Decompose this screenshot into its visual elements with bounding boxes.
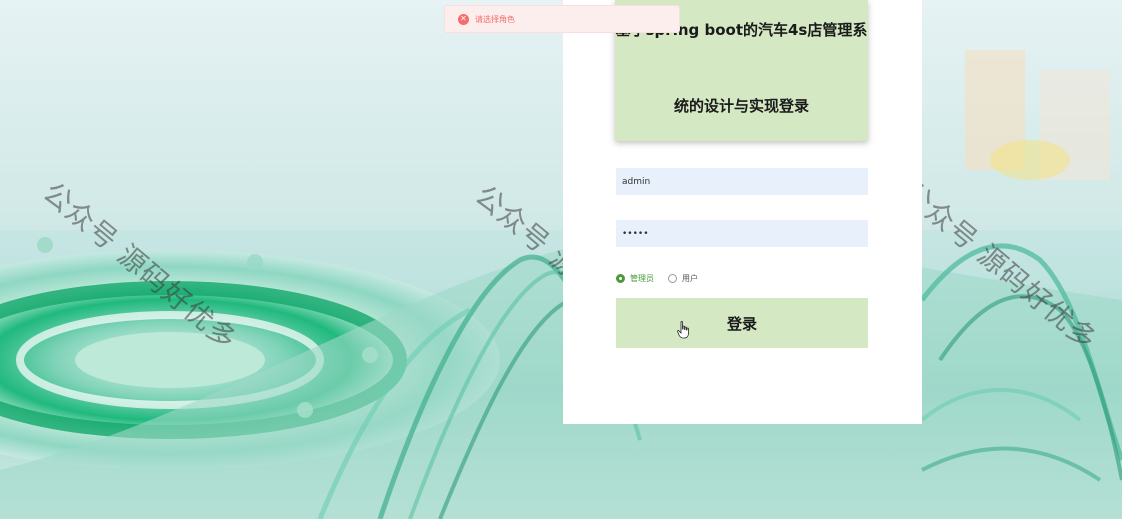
role-radio-user[interactable]: 用户 [668,273,698,284]
role-radio-admin[interactable]: 管理员 [616,273,654,284]
login-page: 公众号 源码好优多 公众号 源码好优多 公众号 源码好优多 基于spring b… [0,0,1122,519]
role-radio-group: 管理员 用户 [616,273,712,284]
page-title-line2: 统的设计与实现登录 [673,97,809,115]
password-input[interactable] [616,220,868,247]
login-panel: 基于spring boot的汽车4s店管理系 统的设计与实现登录 管理员 用户 … [563,0,922,424]
role-label-user: 用户 [682,274,698,283]
toast-message: 请选择角色 [475,14,515,24]
role-label-admin: 管理员 [630,274,654,283]
radio-checked-icon [616,274,625,283]
error-toast: ✕ 请选择角色 [444,5,680,33]
radio-unchecked-icon [668,274,677,283]
login-button[interactable]: 登录 [616,298,868,348]
hand-pointer-icon [677,321,689,339]
background-artwork [0,0,1122,519]
error-circle-icon: ✕ [458,13,469,25]
username-input[interactable] [616,168,868,195]
